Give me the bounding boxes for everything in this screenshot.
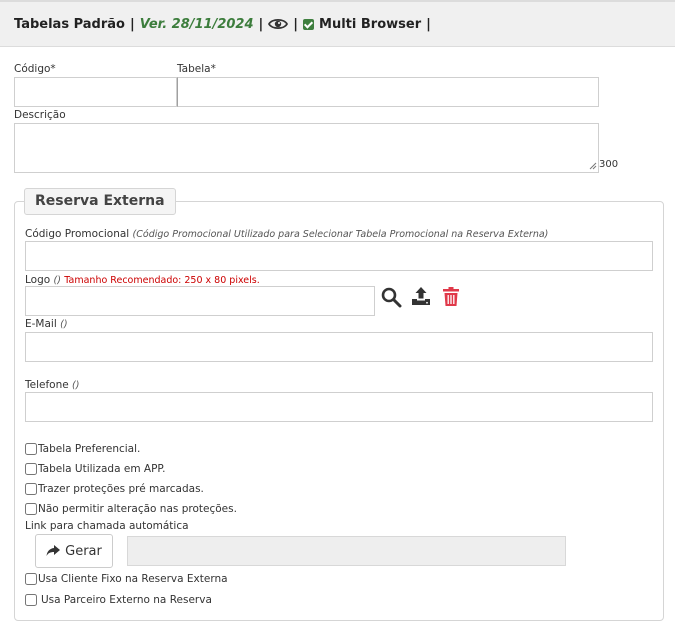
telefone-label-text: Telefone (25, 379, 69, 391)
codigo-promocional-text: Código Promocional (25, 228, 130, 240)
email-label-text: E-Mail (25, 318, 57, 330)
trash-icon[interactable] (440, 286, 462, 308)
reserva-externa-legend: Reserva Externa (24, 188, 176, 215)
checkbox-label: Usa Cliente Fixo na Reserva Externa (38, 573, 228, 585)
header-separator: | (258, 16, 264, 32)
email-label: E-Mail () (25, 318, 68, 330)
email-hint: () (60, 319, 68, 330)
page-title: Tabelas Padrão (14, 16, 125, 32)
multi-browser-label: Multi Browser (319, 16, 422, 32)
checkbox-tabela-preferencial[interactable]: Tabela Preferencial. (25, 443, 140, 455)
checkbox-label: Trazer proteções pré marcadas. (38, 483, 204, 495)
link-label: Link para chamada automática (25, 520, 189, 532)
checkbox-label: Não permitir alteração nas proteções. (38, 503, 237, 515)
share-arrow-icon (46, 545, 61, 556)
logo-label: Logo () Tamanho Recomendado: 250 x 80 pi… (25, 274, 260, 286)
eye-icon[interactable] (268, 17, 289, 31)
header-separator: | (129, 16, 135, 32)
tabela-input[interactable] (177, 77, 599, 107)
tabela-label: Tabela* (177, 63, 216, 75)
checkbox-tabela-app[interactable]: Tabela Utilizada em APP. (25, 463, 165, 475)
header-separator: | (293, 16, 299, 32)
version-label: Ver. 28/11/2024 (139, 16, 254, 32)
checkbox-input[interactable] (25, 573, 37, 585)
checkbox-input[interactable] (25, 443, 37, 455)
check-square-icon[interactable] (303, 18, 315, 30)
email-input[interactable] (25, 332, 653, 362)
codigo-label: Código* (14, 63, 56, 75)
char-counter: 300 (599, 159, 619, 170)
codigo-promocional-label: Código Promocional (Código Promocional U… (25, 228, 548, 240)
telefone-hint: () (72, 380, 80, 391)
gerar-button[interactable]: Gerar (35, 534, 113, 568)
logo-hint: () (53, 275, 61, 286)
header-separator: | (426, 16, 431, 32)
checkbox-input[interactable] (25, 483, 37, 495)
checkbox-label: Tabela Utilizada em APP. (38, 463, 166, 475)
checkbox-input[interactable] (25, 594, 37, 606)
telefone-label: Telefone () (25, 379, 79, 391)
link-output-field[interactable] (127, 536, 566, 566)
resize-handle-icon[interactable] (588, 161, 597, 170)
header-bar: Tabelas Padrão | Ver. 28/11/2024 | | Mul… (0, 0, 675, 47)
codigo-promocional-hint: (Código Promocional Utilizado para Selec… (132, 229, 549, 240)
checkbox-label: Tabela Preferencial. (38, 443, 141, 455)
descricao-label: Descrição (14, 109, 66, 121)
upload-icon[interactable] (410, 285, 432, 307)
codigo-promocional-input[interactable] (25, 241, 653, 271)
checkbox-input[interactable] (25, 463, 37, 475)
checkbox-parceiro-externo[interactable]: Usa Parceiro Externo na Reserva (25, 594, 212, 606)
checkbox-nao-permitir-alteracao[interactable]: Não permitir alteração nas proteções. (25, 503, 237, 515)
search-icon[interactable] (380, 286, 402, 308)
logo-size-note: Tamanho Recomendado: 250 x 80 pixels. (64, 275, 260, 286)
logo-label-text: Logo (25, 274, 51, 286)
checkbox-label: Usa Parceiro Externo na Reserva (41, 594, 212, 606)
checkbox-protecoes-pre-marcadas[interactable]: Trazer proteções pré marcadas. (25, 483, 204, 495)
gerar-label: Gerar (65, 543, 102, 559)
checkbox-input[interactable] (25, 503, 37, 515)
telefone-input[interactable] (25, 392, 653, 422)
codigo-input[interactable] (14, 77, 177, 107)
logo-input[interactable] (25, 286, 375, 316)
checkbox-cliente-fixo[interactable]: Usa Cliente Fixo na Reserva Externa (25, 573, 228, 585)
descricao-textarea[interactable] (14, 123, 599, 173)
